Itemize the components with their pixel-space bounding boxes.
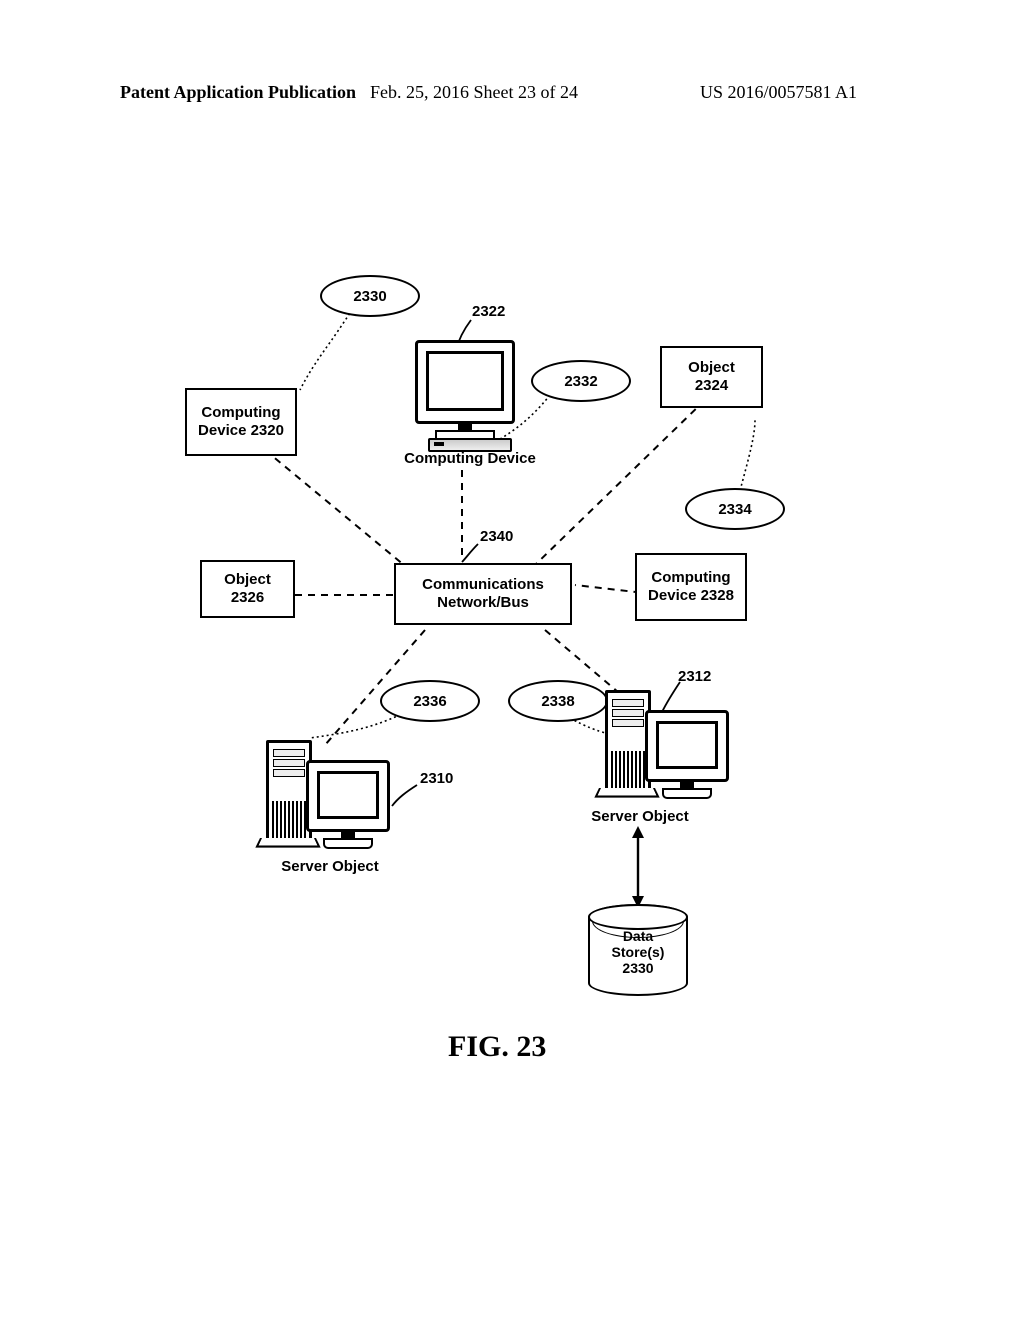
server-right-monitor-icon [645, 710, 729, 799]
server-left-monitor-icon [306, 760, 390, 849]
ref-2312: 2312 [678, 668, 711, 685]
bubble-2336: 2336 [380, 680, 480, 722]
bubble-2330: 2330 [320, 275, 420, 317]
box-computing-device-2320: Computing Device 2320 [185, 388, 297, 456]
computing-device-icon [415, 340, 515, 443]
box-computing-device-2320-label: Computing Device 2320 [192, 404, 290, 440]
ref-2310: 2310 [420, 770, 453, 787]
box-comm-network: Communications Network/Bus [394, 563, 572, 625]
header-right: US 2016/0057581 A1 [700, 82, 857, 103]
ref-2340: 2340 [480, 528, 513, 545]
box-object-2326: Object 2326 [200, 560, 295, 618]
bubble-2332: 2332 [531, 360, 631, 402]
box-object-2326-l1: Object [224, 571, 271, 589]
diagram-area: 2330 2332 2334 2336 2338 Computing Devic… [200, 250, 800, 1010]
bubble-2338: 2338 [508, 680, 608, 722]
data-store-l3: 2330 [590, 960, 686, 976]
bubble-2334: 2334 [685, 488, 785, 530]
data-store-l2: Store(s) [590, 944, 686, 960]
server-object-left-label: Server Object [270, 858, 390, 875]
box-comm-network-l2: Network/Bus [437, 594, 529, 612]
arrow-up-icon [632, 826, 644, 838]
figure-label: FIG. 23 [448, 1030, 546, 1064]
computing-device-label: Computing Device [390, 450, 550, 467]
header-left: Patent Application Publication [120, 82, 356, 103]
box-object-2324-l2: 2324 [695, 377, 728, 395]
box-comm-network-l1: Communications [422, 576, 544, 594]
box-computing-device-2328-label: Computing Device 2328 [642, 569, 740, 605]
data-store-icon: Data Store(s) 2330 [588, 904, 688, 996]
server-object-right-label: Server Object [570, 808, 710, 825]
box-object-2324: Object 2324 [660, 346, 763, 408]
ref-2322: 2322 [472, 303, 505, 320]
box-object-2326-l2: 2326 [231, 589, 264, 607]
box-computing-device-2328: Computing Device 2328 [635, 553, 747, 621]
header-center: Feb. 25, 2016 Sheet 23 of 24 [370, 82, 578, 103]
page-root: Patent Application Publication Feb. 25, … [0, 0, 1024, 1320]
box-object-2324-l1: Object [688, 359, 735, 377]
